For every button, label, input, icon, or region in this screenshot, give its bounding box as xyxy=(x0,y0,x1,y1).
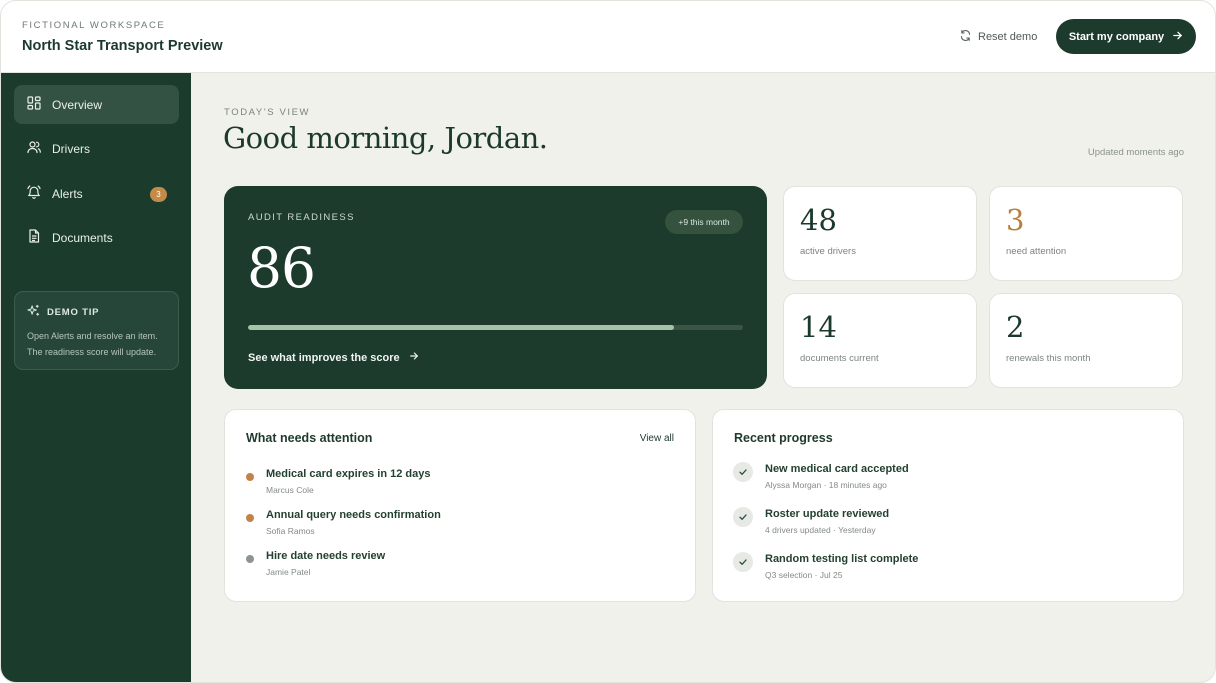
workspace-title: North Star Transport Preview xyxy=(22,38,223,54)
audit-change-badge: +9 this month xyxy=(665,210,743,234)
document-icon xyxy=(27,229,41,246)
sidebar-item-drivers[interactable]: Drivers xyxy=(14,129,179,168)
page-title: Good morning, Jordan. xyxy=(223,121,548,155)
demo-tip-title: DEMO TIP xyxy=(47,306,100,318)
alerts-count-badge: 3 xyxy=(150,187,167,202)
sparkle-icon xyxy=(27,304,40,320)
users-icon xyxy=(27,140,41,157)
stat-value: 48 xyxy=(800,203,837,237)
check-icon xyxy=(733,462,753,482)
progress-item-detail: 4 drivers updated · Yesterday xyxy=(765,525,876,535)
stat-value: 2 xyxy=(1006,310,1025,344)
arrow-right-icon xyxy=(1172,30,1183,44)
workspace-label: FICTIONAL WORKSPACE xyxy=(22,20,166,31)
check-icon xyxy=(733,507,753,527)
status-dot xyxy=(246,555,254,563)
stat-label: active drivers xyxy=(800,246,856,257)
status-dot xyxy=(246,473,254,481)
stat-renewals[interactable]: 2 renewals this month xyxy=(989,293,1183,388)
reset-demo-button[interactable]: Reset demo xyxy=(959,29,1037,45)
sidebar-item-label: Overview xyxy=(52,97,103,112)
stat-label: renewals this month xyxy=(1006,353,1091,364)
sidebar-item-label: Alerts xyxy=(52,186,83,201)
stat-documents-current[interactable]: 14 documents current xyxy=(783,293,977,388)
audit-readiness-label: AUDIT READINESS xyxy=(248,212,355,223)
attention-item-title: Medical card expires in 12 days xyxy=(266,468,431,480)
bell-icon xyxy=(27,185,41,202)
improve-score-label: See what improves the score xyxy=(248,351,400,364)
start-company-label: Start my company xyxy=(1068,30,1165,43)
stat-label: need attention xyxy=(1006,246,1067,257)
stat-active-drivers[interactable]: 48 active drivers xyxy=(783,186,977,281)
sidebar-item-alerts[interactable]: Alerts 3 xyxy=(14,174,179,213)
attention-item-person: Marcus Cole xyxy=(266,485,314,495)
sidebar-item-label: Documents xyxy=(52,230,113,245)
audit-progress-bar xyxy=(248,325,743,330)
grid-icon xyxy=(27,96,41,113)
attention-item-title: Hire date needs review xyxy=(266,550,386,562)
sidebar-item-label: Drivers xyxy=(52,141,90,156)
attention-card: What needs attention View all Medical ca… xyxy=(224,409,696,602)
demo-tip-card: DEMO TIP Open Alerts and resolve an item… xyxy=(14,291,179,370)
reset-demo-label: Reset demo xyxy=(978,31,1038,43)
attention-item-person: Sofia Ramos xyxy=(266,526,315,536)
stat-value: 14 xyxy=(800,310,837,344)
progress-item-title: New medical card accepted xyxy=(765,463,909,475)
attention-title: What needs attention xyxy=(246,431,373,445)
updated-timestamp: Updated moments ago xyxy=(1087,147,1184,158)
app-window: FICTIONAL WORKSPACE North Star Transport… xyxy=(0,0,1216,683)
progress-item-detail: Alyssa Morgan · 18 minutes ago xyxy=(765,480,887,490)
arrow-right-icon xyxy=(409,351,419,364)
stat-label: documents current xyxy=(800,353,879,364)
start-company-button[interactable]: Start my company xyxy=(1056,19,1196,54)
sidebar-item-overview[interactable]: Overview xyxy=(14,85,179,124)
sidebar-item-documents[interactable]: Documents xyxy=(14,218,179,257)
view-all-link[interactable]: View all xyxy=(640,433,674,444)
progress-title: Recent progress xyxy=(734,431,833,445)
status-dot xyxy=(246,514,254,522)
stat-need-attention[interactable]: 3 need attention xyxy=(989,186,1183,281)
demo-tip-text: Open Alerts and resolve an item. The rea… xyxy=(27,331,158,357)
progress-item-title: Roster update reviewed xyxy=(765,508,890,520)
audit-score: 86 xyxy=(247,236,316,300)
refresh-icon xyxy=(959,29,972,45)
attention-item-title: Annual query needs confirmation xyxy=(266,509,441,521)
progress-item-title: Random testing list complete xyxy=(765,553,919,565)
progress-item-detail: Q3 selection · Jul 25 xyxy=(765,570,843,580)
progress-card: Recent progress New medical card accepte… xyxy=(712,409,1184,602)
audit-progress-fill xyxy=(248,325,674,330)
stat-value: 3 xyxy=(1006,203,1025,237)
sidebar: Overview Drivers Alerts 3 Documents DEMO… xyxy=(1,73,191,682)
top-bar: FICTIONAL WORKSPACE North Star Transport… xyxy=(1,1,1215,73)
section-eyebrow: TODAY'S VIEW xyxy=(224,107,311,118)
audit-readiness-card: AUDIT READINESS +9 this month 86 See wha… xyxy=(224,186,767,389)
improve-score-link[interactable]: See what improves the score xyxy=(248,351,419,364)
demo-tip-header: DEMO TIP xyxy=(27,304,166,320)
attention-item-person: Jamie Patel xyxy=(266,567,311,577)
check-icon xyxy=(733,552,753,572)
